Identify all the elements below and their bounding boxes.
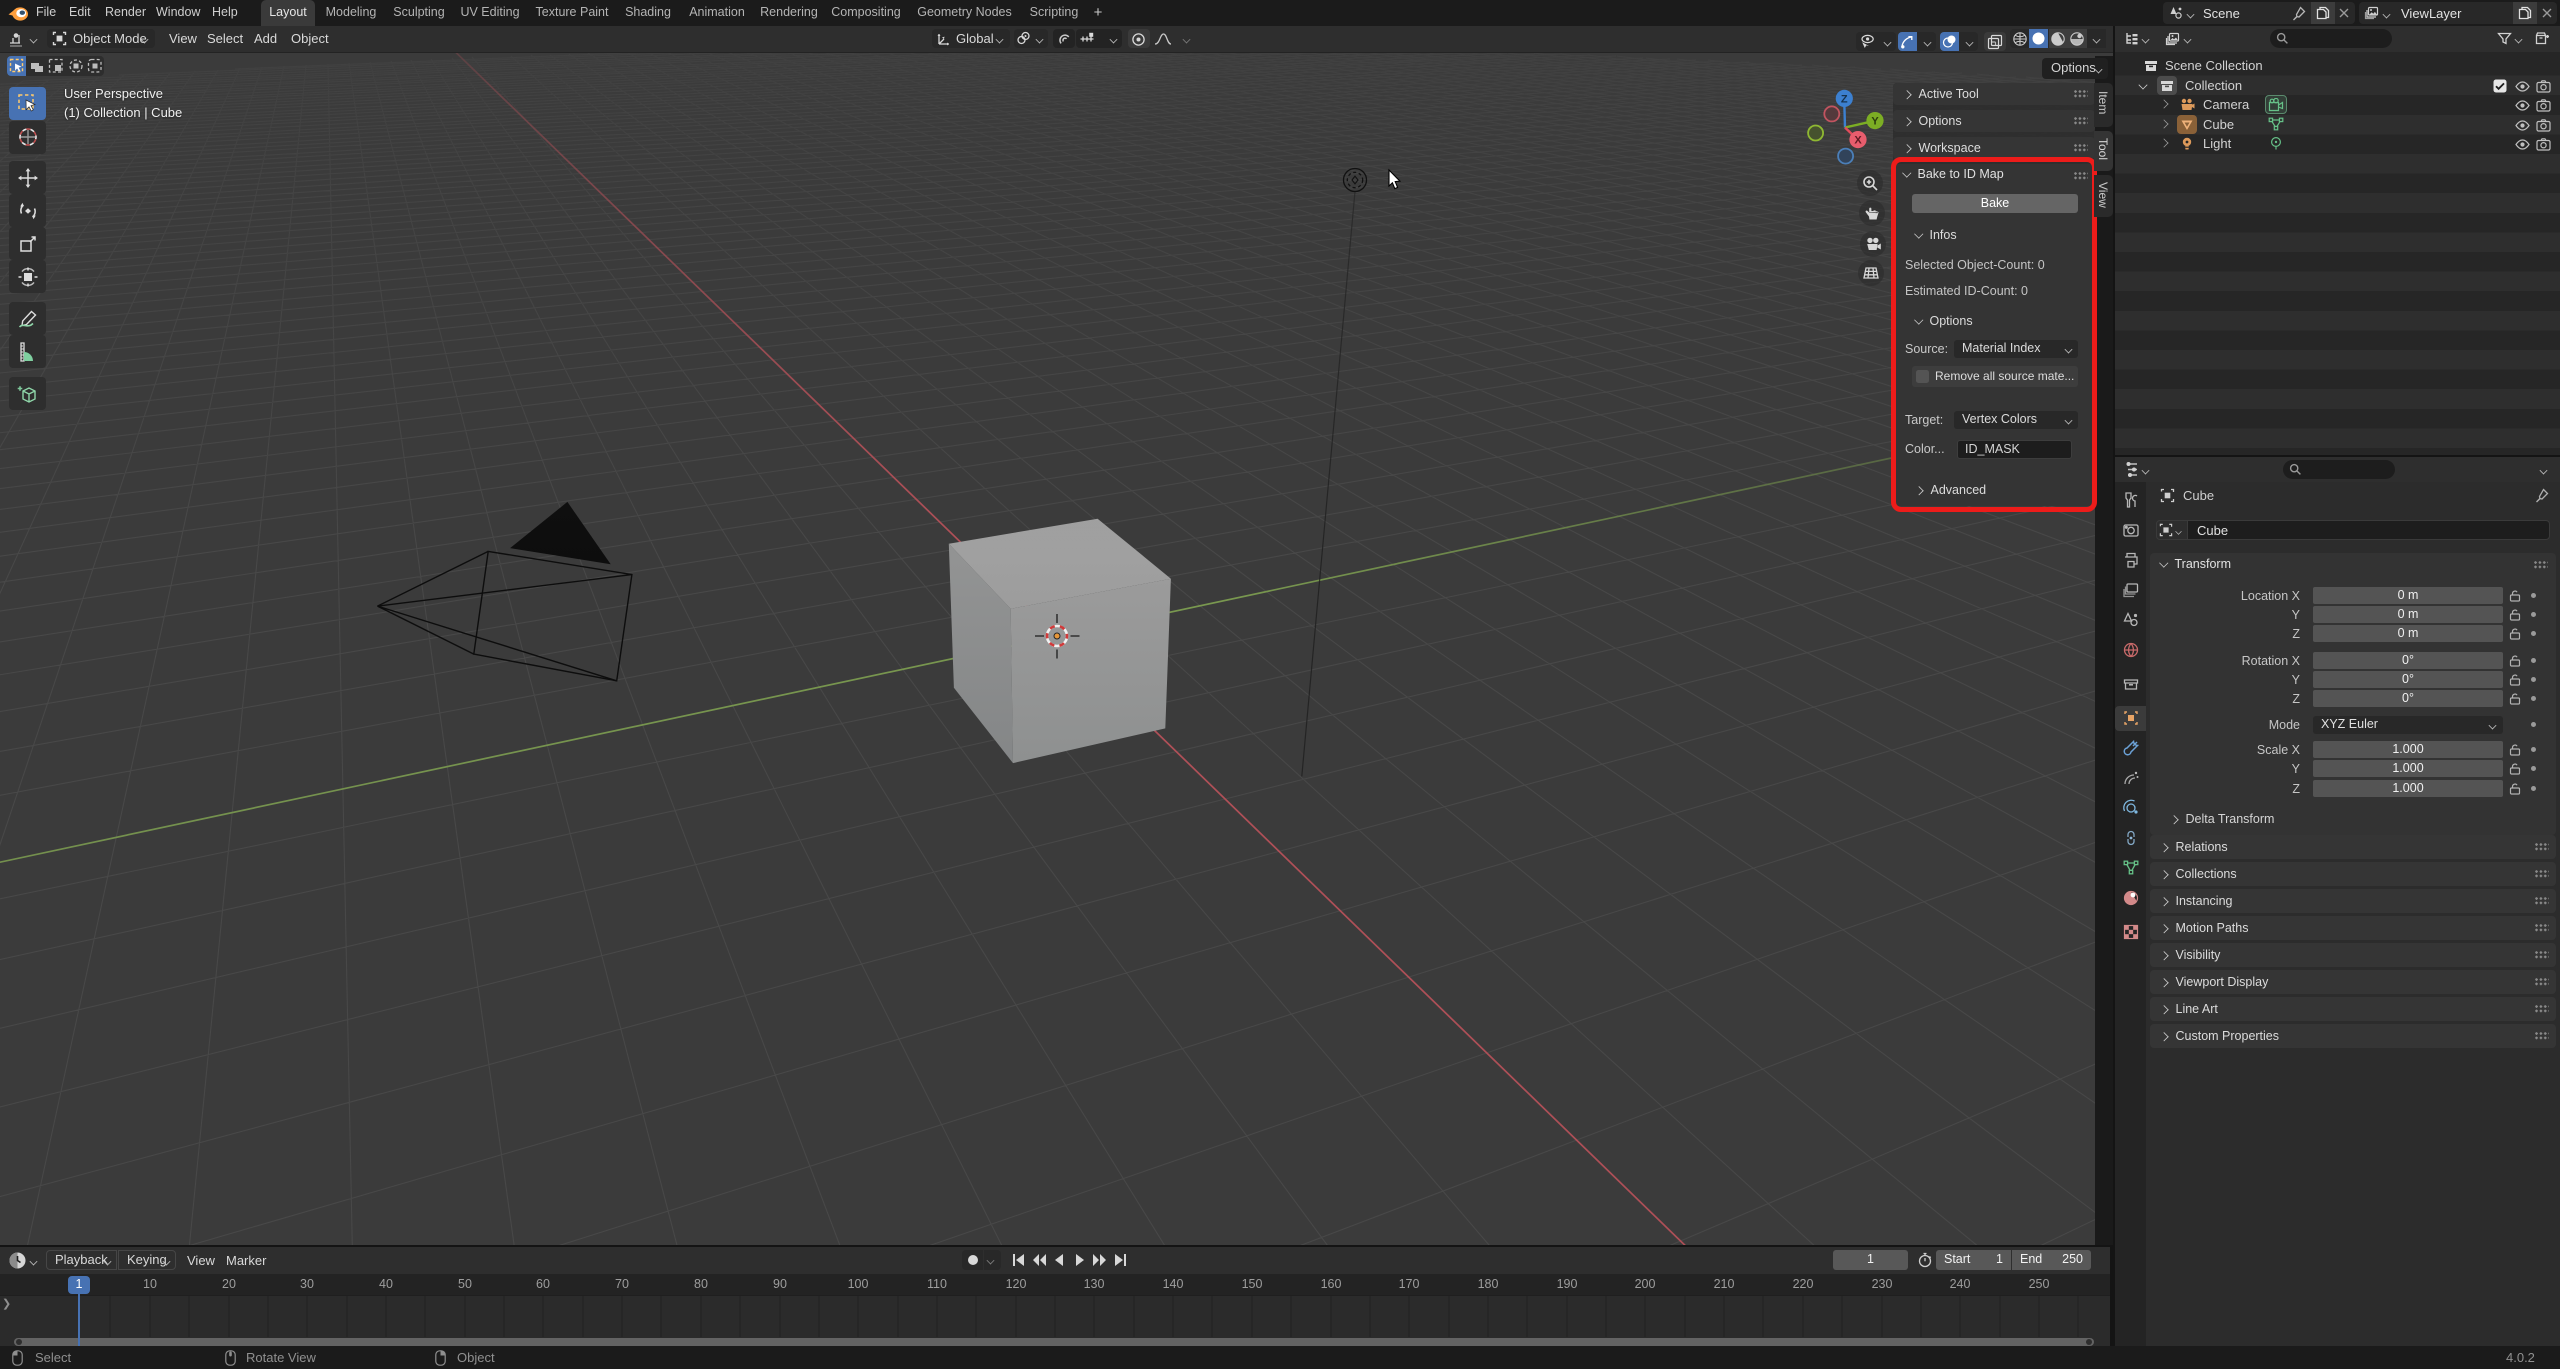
svg-text:X: X: [1854, 135, 1862, 147]
svg-text:Z: Z: [1841, 93, 1848, 105]
svg-text:Y: Y: [1871, 116, 1879, 128]
